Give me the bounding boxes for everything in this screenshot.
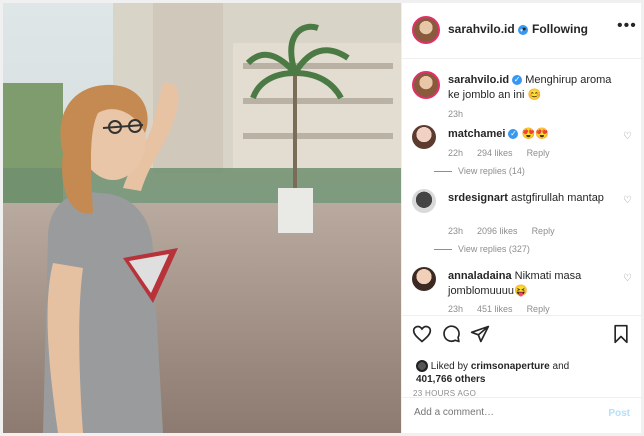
author-username-text[interactable]: sarahvilo.id bbox=[448, 22, 515, 36]
photo-illustration bbox=[3, 3, 401, 433]
post-side-panel: sarahvilo.id ✓ • Following ••• sarahvilo.… bbox=[401, 3, 642, 434]
liked-by-label: Liked by bbox=[430, 361, 469, 372]
verified-icon: ✓ bbox=[512, 75, 523, 86]
comment-text: annaladaina Nikmati masa jomblomuuuu😝 bbox=[448, 269, 618, 299]
comment-text: srdesignart astgfirullah mantap bbox=[448, 191, 618, 206]
post-button[interactable]: Post bbox=[608, 408, 630, 419]
heart-icon-svg bbox=[412, 325, 432, 343]
view-replies-button[interactable]: View replies (327) bbox=[458, 244, 530, 254]
author-username[interactable]: sarahvilo.id ✓ bbox=[448, 22, 528, 36]
caption-username[interactable]: sarahvilo.id bbox=[448, 74, 509, 86]
post-window: sarahvilo.id ✓ • Following ••• sarahvilo.… bbox=[0, 0, 644, 436]
comment-likes[interactable]: 2096 likes bbox=[477, 226, 518, 236]
comment-time[interactable]: 23h bbox=[448, 226, 463, 236]
view-replies-button[interactable]: View replies (14) bbox=[458, 166, 525, 176]
heart-icon[interactable]: ♡ bbox=[623, 195, 632, 206]
bookmark-icon-svg bbox=[614, 324, 628, 344]
liked-by-user[interactable]: crimsonaperture bbox=[471, 361, 550, 372]
comment-body: 😍😍 bbox=[521, 128, 549, 140]
share-icon[interactable] bbox=[470, 324, 490, 349]
comment-time[interactable]: 23h bbox=[448, 304, 463, 314]
following-button[interactable]: Following bbox=[532, 22, 588, 36]
comment-time[interactable]: 22h bbox=[448, 148, 463, 158]
comment-body: astgfirullah mantap bbox=[510, 192, 604, 204]
comment-username[interactable]: annaladaina bbox=[448, 270, 512, 282]
comment-meta: 23h 2096 likes Reply bbox=[448, 226, 569, 236]
caption-time[interactable]: 23h bbox=[448, 109, 463, 119]
comment-username[interactable]: srdesignart bbox=[448, 192, 508, 204]
post-photo[interactable] bbox=[3, 3, 401, 433]
comment-text: matchamei ✓ 😍😍 bbox=[448, 127, 618, 142]
heart-icon[interactable]: ♡ bbox=[623, 273, 632, 284]
reply-button[interactable]: Reply bbox=[532, 226, 555, 236]
comment-meta: 22h 294 likes Reply bbox=[448, 148, 564, 158]
caption-meta: 23h bbox=[448, 109, 477, 119]
share-icon-svg bbox=[470, 325, 490, 343]
likes-summary: Liked by crimsonaperture and 401,766 oth… bbox=[416, 360, 569, 386]
liked-by-count[interactable]: 401,766 others bbox=[416, 374, 486, 385]
heart-icon[interactable] bbox=[412, 324, 432, 349]
liker-avatar[interactable] bbox=[416, 360, 428, 373]
comment-avatar[interactable] bbox=[412, 125, 436, 149]
comment-icon[interactable] bbox=[441, 324, 461, 349]
comment-icon-svg bbox=[443, 325, 460, 343]
comments-list[interactable]: sarahvilo.id ✓ Menghirup aroma ke jomblo … bbox=[402, 59, 642, 314]
liked-by-and: and bbox=[552, 361, 570, 372]
comment-likes[interactable]: 451 likes bbox=[477, 304, 513, 314]
reply-button[interactable]: Reply bbox=[527, 148, 550, 158]
comment-username[interactable]: matchamei bbox=[448, 128, 505, 140]
comment-avatar[interactable] bbox=[412, 189, 436, 213]
post-header: sarahvilo.id ✓ • Following ••• bbox=[402, 3, 642, 59]
comment-composer: Post bbox=[402, 397, 642, 434]
bookmark-icon[interactable] bbox=[612, 324, 630, 349]
verified-icon: ✓ bbox=[508, 129, 519, 140]
caption-avatar[interactable] bbox=[412, 71, 440, 99]
caption-text: sarahvilo.id ✓ Menghirup aroma ke jomblo … bbox=[448, 73, 618, 103]
comment-avatar[interactable] bbox=[412, 267, 436, 291]
reply-button[interactable]: Reply bbox=[527, 304, 550, 314]
comment-meta: 23h 451 likes Reply bbox=[448, 304, 564, 314]
heart-icon[interactable]: ♡ bbox=[623, 131, 632, 142]
separator-dot: • bbox=[522, 22, 527, 36]
author-avatar[interactable] bbox=[412, 16, 440, 44]
comment-likes[interactable]: 294 likes bbox=[477, 148, 513, 158]
more-icon[interactable]: ••• bbox=[617, 17, 637, 35]
comment-input[interactable] bbox=[412, 406, 596, 419]
